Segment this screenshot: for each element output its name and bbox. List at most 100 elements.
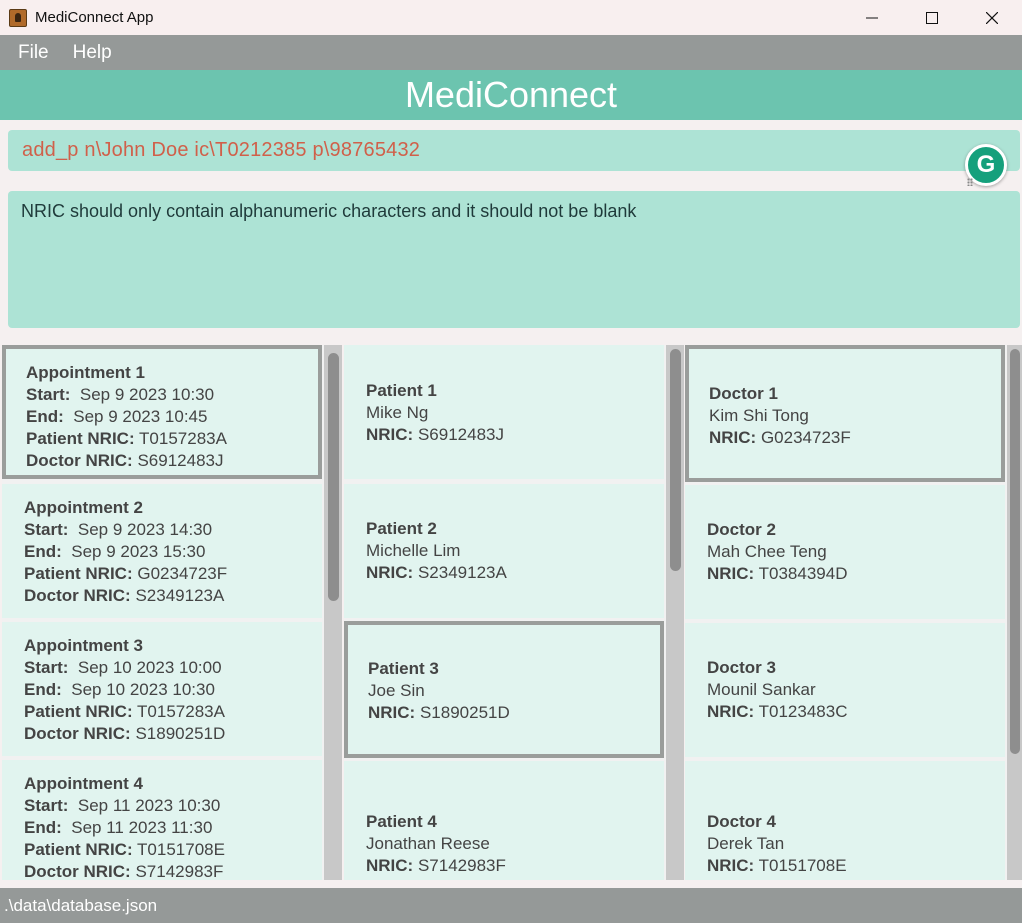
app-title: MediConnect (404, 74, 618, 115)
start-label: Start: (26, 385, 71, 404)
end-label: End: (24, 818, 62, 837)
app-icon (9, 8, 27, 27)
appointment-list-panel: Appointment 1 Start: Sep 9 2023 10:30 En… (2, 345, 342, 880)
nric-label: NRIC: (709, 428, 757, 447)
end-value: Sep 11 2023 11:30 (71, 818, 213, 837)
appointment-scrollbar[interactable] (324, 345, 342, 880)
patient-nric-value: G0234723F (137, 564, 228, 583)
doctor-title: Doctor 2 (707, 520, 776, 539)
start-label: Start: (24, 658, 69, 677)
doctor-title: Doctor 3 (707, 658, 776, 677)
nric-label: NRIC: (707, 564, 755, 583)
doctor-name: Kim Shi Tong (709, 406, 809, 425)
doctor-nric-value: S2349123A (135, 586, 225, 605)
patient-title: Patient 2 (366, 519, 437, 538)
appointment-title: Appointment 3 (24, 636, 143, 655)
start-label: Start: (24, 796, 69, 815)
result-message: NRIC should only contain alphanumeric ch… (21, 201, 637, 221)
drag-handle-icon[interactable] (967, 178, 973, 186)
patient-card[interactable]: Patient 1 Mike Ng NRIC: S6912483J (344, 345, 664, 479)
nric-label: NRIC: (366, 856, 414, 875)
patient-card[interactable]: Patient 4 Jonathan Reese NRIC: S7142983F (344, 761, 664, 880)
appointment-card[interactable]: Appointment 1 Start: Sep 9 2023 10:30 En… (2, 345, 322, 479)
nric-label: NRIC: (707, 702, 755, 721)
doctor-nric-value: S7142983F (135, 862, 224, 880)
end-label: End: (24, 680, 62, 699)
minimize-icon (866, 17, 878, 18)
menu-file[interactable]: File (18, 42, 49, 64)
doctor-title: Doctor 1 (709, 384, 778, 403)
doctor-name: Mah Chee Teng (707, 542, 827, 561)
appointment-title: Appointment 4 (24, 774, 143, 793)
command-input[interactable]: add_p n\John Doe ic\T0212385 p\98765432 (8, 130, 1020, 171)
doctor-nric-label: Doctor NRIC: (26, 451, 133, 470)
doctor-nric-value: S1890251D (135, 724, 226, 743)
patient-nric-value: T0157283A (137, 702, 225, 721)
appointment-scroll-thumb[interactable] (328, 353, 339, 601)
end-value: Sep 9 2023 10:45 (73, 407, 208, 426)
patient-title: Patient 1 (366, 381, 437, 400)
doctor-nric-value: S6912483J (137, 451, 224, 470)
appointment-card[interactable]: Appointment 3 Start: Sep 10 2023 10:00 E… (2, 622, 322, 756)
start-value: Sep 9 2023 14:30 (77, 520, 213, 539)
patient-scroll-thumb[interactable] (670, 349, 681, 571)
minimize-button[interactable] (842, 0, 902, 35)
doctor-card[interactable]: Doctor 2 Mah Chee Teng NRIC: T0384394D (685, 485, 1005, 619)
doctor-list-panel: Doctor 1 Kim Shi Tong NRIC: G0234723F Do… (685, 345, 1022, 880)
menu-help[interactable]: Help (73, 42, 112, 64)
patient-name: Michelle Lim (366, 541, 461, 560)
end-value: Sep 9 2023 15:30 (71, 542, 206, 561)
doctor-title: Doctor 4 (707, 812, 776, 831)
close-icon (986, 11, 998, 24)
grammarly-icon: G (976, 151, 996, 178)
close-button[interactable] (962, 0, 1022, 35)
patient-title: Patient 4 (366, 812, 437, 831)
start-value: Sep 9 2023 10:30 (79, 385, 215, 404)
window-controls (842, 0, 1022, 35)
command-input-text: add_p n\John Doe ic\T0212385 p\98765432 (22, 139, 421, 161)
start-value: Sep 11 2023 10:30 (77, 796, 221, 815)
appointment-title: Appointment 1 (26, 363, 145, 382)
status-bar: .\data\database.json (0, 888, 1022, 923)
patient-nric-value: T0151708E (137, 840, 225, 859)
doctor-card[interactable]: Doctor 1 Kim Shi Tong NRIC: G0234723F (685, 345, 1005, 482)
end-value: Sep 10 2023 10:30 (71, 680, 215, 699)
patient-card[interactable]: Patient 2 Michelle Lim NRIC: S2349123A (344, 484, 664, 618)
nric-value: S2349123A (417, 563, 507, 582)
patient-name: Mike Ng (366, 403, 429, 422)
patient-nric-label: Patient NRIC: (24, 840, 133, 859)
result-display: NRIC should only contain alphanumeric ch… (8, 191, 1020, 328)
doctor-card[interactable]: Doctor 4 Derek Tan NRIC: T0151708E (685, 761, 1005, 880)
nric-value: S1890251D (419, 703, 510, 722)
doctor-nric-label: Doctor NRIC: (24, 724, 131, 743)
window-title: MediConnect App (35, 9, 154, 26)
patient-card[interactable]: Patient 3 Joe Sin NRIC: S1890251D (344, 621, 664, 758)
patient-nric-value: T0157283A (139, 429, 227, 448)
nric-value: G0234723F (760, 428, 851, 447)
nric-label: NRIC: (366, 563, 414, 582)
maximize-button[interactable] (902, 0, 962, 35)
nric-value: S7142983F (417, 856, 506, 875)
patient-list-panel: Patient 1 Mike Ng NRIC: S6912483J Patien… (344, 345, 684, 880)
patient-name: Joe Sin (368, 681, 425, 700)
nric-label: NRIC: (368, 703, 416, 722)
appointment-title: Appointment 2 (24, 498, 143, 517)
patient-nric-label: Patient NRIC: (26, 429, 135, 448)
end-label: End: (26, 407, 64, 426)
maximize-icon (926, 11, 938, 24)
doctor-card[interactable]: Doctor 3 Mounil Sankar NRIC: T0123483C (685, 623, 1005, 757)
appointment-card[interactable]: Appointment 2 Start: Sep 9 2023 14:30 En… (2, 484, 322, 618)
doctor-nric-label: Doctor NRIC: (24, 862, 131, 880)
nric-value: S6912483J (417, 425, 504, 444)
patient-nric-label: Patient NRIC: (24, 702, 133, 721)
appointment-card[interactable]: Appointment 4 Start: Sep 11 2023 10:30 E… (2, 760, 322, 880)
start-label: Start: (24, 520, 69, 539)
doctor-scrollbar[interactable] (1007, 345, 1022, 880)
patient-name: Jonathan Reese (366, 834, 490, 853)
patient-title: Patient 3 (368, 659, 439, 678)
doctor-scroll-thumb[interactable] (1010, 349, 1020, 754)
app-header: MediConnect (0, 70, 1022, 120)
doctor-name: Mounil Sankar (707, 680, 816, 699)
patient-scrollbar[interactable] (666, 345, 684, 880)
doctor-nric-label: Doctor NRIC: (24, 586, 131, 605)
